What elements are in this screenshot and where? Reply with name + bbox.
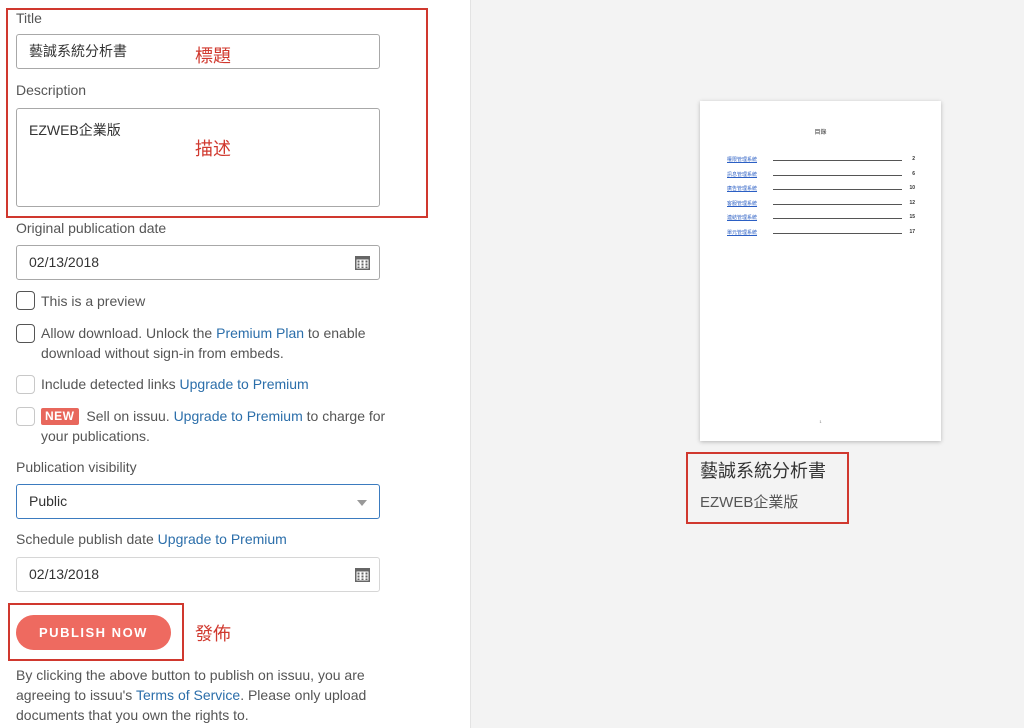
toc-entry-name: 單元管理系統 — [727, 230, 758, 236]
toc-row: 訊息管理系統 6 — [727, 171, 915, 179]
visibility-label: Publication visibility — [16, 459, 137, 475]
toc-leader-line — [773, 233, 902, 234]
toc-entry-page: 15 — [909, 214, 915, 220]
toc-row: 連結管理系統 15 — [727, 214, 915, 222]
visibility-select[interactable]: Public — [16, 484, 380, 519]
toc-entry-page: 2 — [912, 156, 915, 162]
new-badge: NEW — [41, 408, 79, 425]
schedule-label: Schedule publish date Upgrade to Premium — [16, 531, 287, 547]
toc-entry-name: 廣告管理系統 — [727, 186, 758, 192]
terms-footer-text: By clicking the above button to publish … — [16, 667, 367, 723]
toc-entry-page: 17 — [909, 229, 915, 235]
toc-leader-line — [773, 189, 902, 190]
title-description-annotation-box — [6, 8, 428, 218]
calendar-icon[interactable] — [355, 567, 370, 582]
toc-entry-page: 10 — [909, 185, 915, 191]
description-annotation-label: 描述 — [195, 139, 231, 159]
toc-leader-line — [773, 204, 902, 205]
title-annotation-label: 標題 — [195, 46, 231, 66]
toc-row: 客服管理系統 12 — [727, 200, 915, 208]
publish-annotation-box — [8, 603, 184, 661]
allow-download-text: Allow download. Unlock the Premium Plan … — [41, 325, 366, 361]
terms-of-service-link[interactable]: Terms of Service — [136, 687, 240, 703]
calendar-icon[interactable] — [355, 255, 370, 270]
toc-heading: 目錄 — [814, 130, 827, 136]
schedule-date-value: 02/13/2018 — [29, 566, 100, 582]
toc-row: 權限管理系統 2 — [727, 156, 915, 164]
sell-text: NEW Sell on issuu. Upgrade to Premium to… — [41, 408, 386, 444]
toc-entry-page: 12 — [909, 200, 915, 206]
original-date-field[interactable]: 02/13/2018 — [16, 245, 380, 280]
toc-entry-name: 連結管理系統 — [727, 215, 758, 221]
detected-links-checkbox[interactable] — [16, 375, 35, 394]
toc-leader-line — [773, 160, 902, 161]
toc-leader-line — [773, 175, 902, 176]
original-date-value: 02/13/2018 — [29, 254, 100, 270]
chevron-down-icon — [357, 500, 367, 506]
publish-annotation-label: 發佈 — [195, 624, 231, 644]
preview-checkbox[interactable] — [16, 291, 35, 310]
visibility-value: Public — [29, 493, 68, 509]
page-number: 1 — [819, 419, 822, 424]
toc-leader-line — [773, 218, 902, 219]
detected-links-text: Include detected links Upgrade to Premiu… — [41, 376, 309, 392]
premium-plan-link[interactable]: Premium Plan — [216, 325, 304, 341]
upgrade-premium-link-links[interactable]: Upgrade to Premium — [180, 376, 309, 392]
publish-form-panel: Title 藝誠系統分析書 Description EZWEB企業版 Origi… — [0, 0, 470, 728]
preview-checkbox-label: This is a preview — [41, 293, 146, 309]
toc-entry-name: 訊息管理系統 — [727, 172, 758, 178]
original-date-label: Original publication date — [16, 220, 167, 236]
toc-entry-name: 客服管理系統 — [727, 201, 758, 207]
sell-checkbox[interactable] — [16, 407, 35, 426]
toc-entry-page: 6 — [912, 171, 915, 177]
document-preview-page: 目錄 權限管理系統 2 訊息管理系統 6 廣告管理系統 10 客服管理系統 12 連結管… — [700, 101, 941, 441]
upgrade-premium-link-schedule[interactable]: Upgrade to Premium — [158, 531, 287, 547]
allow-download-checkbox[interactable] — [16, 324, 35, 343]
schedule-date-field[interactable]: 02/13/2018 — [16, 557, 380, 592]
toc-row: 廣告管理系統 10 — [727, 185, 915, 193]
preview-annotation-box — [686, 452, 849, 524]
toc-entry-name: 權限管理系統 — [727, 157, 758, 163]
toc-row: 單元管理系統 17 — [727, 229, 915, 237]
upgrade-premium-link-sell[interactable]: Upgrade to Premium — [174, 408, 303, 424]
